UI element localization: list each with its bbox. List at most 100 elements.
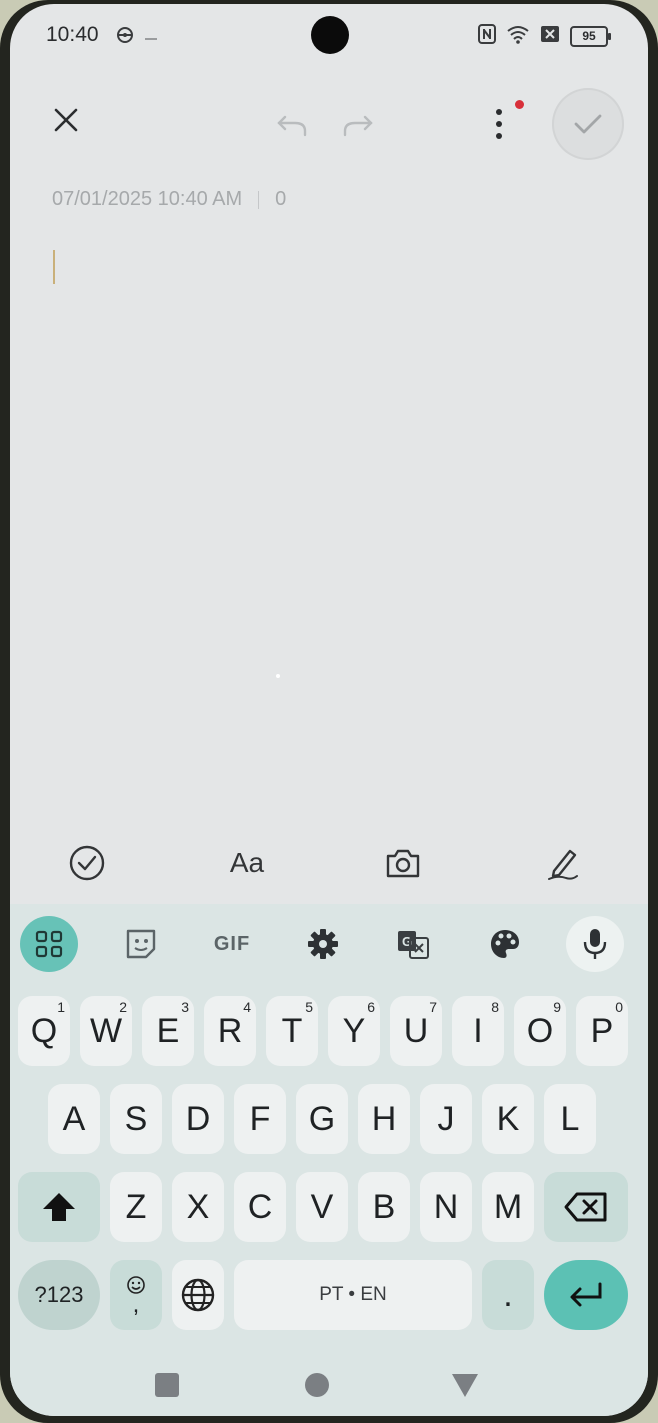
key-o[interactable]: O9 [514,996,566,1066]
key-a[interactable]: A [48,1084,100,1154]
apps-grid-icon [35,930,63,958]
key-g[interactable]: G [296,1084,348,1154]
status-time: 10:40 [46,23,99,46]
text-format-icon: Aa [229,847,265,878]
sticker-button[interactable] [116,916,166,972]
backspace-key[interactable] [544,1172,628,1242]
dash-icon [144,29,158,47]
translate-icon: G [398,931,429,959]
enter-icon [570,1282,602,1307]
sim-icon [540,25,560,48]
key-i[interactable]: I8 [452,996,504,1066]
key-p[interactable]: P0 [576,996,628,1066]
status-right-icons: 95 [478,24,611,49]
gif-button[interactable]: GIF [206,916,258,972]
checklist-button[interactable] [66,842,108,884]
settings-button[interactable] [298,916,348,972]
keyboard: GIF G Q1 W2 E3 R4 T5 Y6 U7 I8 O9 P0 A S … [10,904,648,1416]
backspace-icon [564,1192,607,1222]
system-nav-bar [10,1352,648,1416]
home-button[interactable] [302,1370,332,1400]
theme-button[interactable] [480,916,530,972]
wifi-icon [506,24,530,49]
undo-icon [277,115,307,137]
key-l[interactable]: L [544,1084,596,1154]
more-options-button[interactable] [484,100,514,148]
back-triangle-icon [452,1374,478,1397]
back-button[interactable] [450,1370,480,1400]
shift-icon [43,1193,75,1221]
notification-dot [515,100,524,109]
key-h[interactable]: H [358,1084,410,1154]
key-t[interactable]: T5 [266,996,318,1066]
mic-icon [583,929,607,959]
key-x[interactable]: X [172,1172,224,1242]
key-k[interactable]: K [482,1084,534,1154]
key-f[interactable]: F [234,1084,286,1154]
key-q[interactable]: Q1 [18,996,70,1066]
text-caret [53,250,55,284]
key-u[interactable]: U7 [390,996,442,1066]
key-v[interactable]: V [296,1172,348,1242]
steering-icon [116,26,134,49]
text-format-button[interactable]: Aa [222,842,272,884]
key-s[interactable]: S [110,1084,162,1154]
save-button[interactable] [552,88,624,160]
more-vertical-icon [496,109,502,139]
redo-icon [343,115,373,137]
palette-icon [491,930,519,958]
drawing-button[interactable] [542,842,584,884]
note-datetime: 07/01/2025 10:40 AM [52,188,243,210]
check-icon [574,114,602,134]
note-toolbar: Aa [10,822,648,904]
undo-button[interactable] [272,106,312,146]
camera-button[interactable] [382,842,424,884]
emoji-comma-key[interactable]: , [110,1260,162,1330]
sticker-icon [126,929,156,959]
key-r[interactable]: R4 [204,996,256,1066]
voice-input-button[interactable] [566,916,624,972]
nfc-icon [478,24,496,49]
front-camera [311,16,349,54]
settings-icon [308,929,338,959]
recents-square-icon [155,1373,179,1397]
key-y[interactable]: Y6 [328,996,380,1066]
period-key[interactable]: . [482,1260,534,1330]
screen: 10:40 95 07/01/2025 10:40 AM 0 Aa GIF G … [10,4,648,1416]
key-m[interactable]: M [482,1172,534,1242]
key-n[interactable]: N [420,1172,472,1242]
close-button[interactable] [46,100,86,140]
pen-icon [548,849,578,880]
key-d[interactable]: D [172,1084,224,1154]
recents-button[interactable] [152,1370,182,1400]
battery-indicator: 95 [570,26,611,47]
globe-icon [181,1278,215,1312]
gif-label: GIF [213,932,251,955]
language-key[interactable] [172,1260,224,1330]
status-left-icons [116,26,158,49]
enter-key[interactable] [544,1260,628,1330]
key-j[interactable]: J [420,1084,472,1154]
note-meta: 07/01/2025 10:40 AM 0 [52,188,286,211]
camera-icon [386,849,420,878]
symbols-key[interactable]: ?123 [18,1260,100,1330]
note-body-editor[interactable] [50,244,610,814]
apps-grid-button[interactable] [20,916,78,972]
checklist-icon [69,845,105,881]
redo-button[interactable] [338,106,378,146]
key-e[interactable]: E3 [142,996,194,1066]
space-key[interactable]: PT • EN [234,1260,472,1330]
keyboard-suggestion-bar: GIF G [10,904,648,984]
space-label: PT • EN [319,1284,387,1305]
translate-button[interactable]: G [388,916,438,972]
char-count: 0 [275,188,287,210]
shift-key[interactable] [18,1172,100,1242]
key-b[interactable]: B [358,1172,410,1242]
meta-divider [258,190,260,209]
key-w[interactable]: W2 [80,996,132,1066]
touch-dot [276,674,280,678]
key-c[interactable]: C [234,1172,286,1242]
key-z[interactable]: Z [110,1172,162,1242]
comma-label: , [132,1291,140,1318]
close-icon [54,108,78,132]
